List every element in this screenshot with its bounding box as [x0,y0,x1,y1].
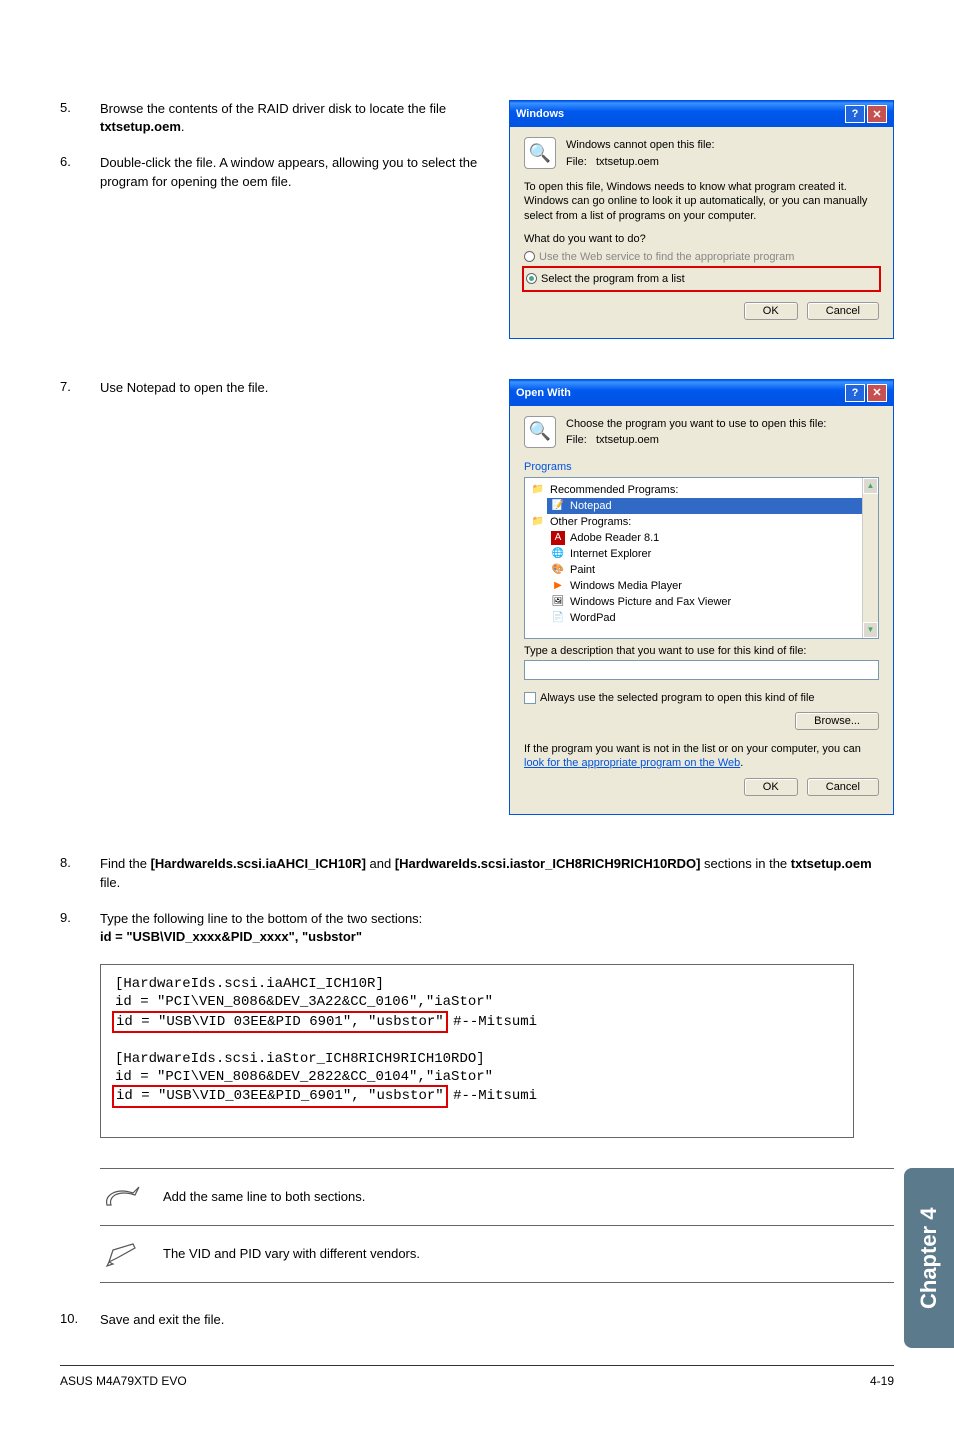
step-7-num: 7. [60,379,100,397]
radio-web[interactable] [524,251,535,262]
dialog1-opt2: Select the program from a list [541,273,685,285]
scroll-down-icon[interactable]: ▼ [863,622,878,638]
browse-button[interactable]: Browse... [795,712,879,730]
programs-list[interactable]: 📁 Recommended Programs: 📝 Notepad 📁 Other P… [524,477,879,639]
programs-label: Programs [524,459,879,477]
chapter-tab: Chapter 4 [904,1168,954,1348]
scroll-up-icon[interactable]: ▲ [863,478,878,494]
adobe-icon: A [551,531,565,545]
close-icon[interactable]: ✕ [867,384,887,402]
help-icon[interactable]: ? [845,105,865,123]
step-6-text: Double-click the file. A window appears,… [100,154,489,190]
always-checkbox[interactable] [524,692,536,704]
picviewer-icon: 🖼 [551,595,565,609]
prog-item[interactable]: Paint [570,564,595,576]
dialog1-title: Windows [516,108,564,120]
prog-item[interactable]: WordPad [570,612,616,624]
notepad-icon: 📝 [551,499,565,513]
step-8-num: 8. [60,855,100,891]
windows-dialog: Windows ? ✕ 🔍 Windows cannot open this f… [509,100,894,339]
note-2-text: The VID and PID vary with different vend… [163,1246,420,1261]
dialog2-title: Open With [516,387,571,399]
wmp-icon: ▶ [551,579,565,593]
step-8-text: Find the [HardwareIds.scsi.iaAHCI_ICH10R… [100,855,894,891]
step-5-text: Browse the contents of the RAID driver d… [100,100,489,136]
desc-label: Type a description that you want to use … [524,645,879,657]
other-programs-label: Other Programs: [550,516,631,528]
dialog1-desc: To open this file, Windows needs to know… [524,180,879,223]
dialog2-msg: Choose the program you want to use to op… [566,416,879,433]
scrollbar[interactable]: ▲ ▼ [862,478,878,638]
ok-button[interactable]: OK [744,778,798,796]
dialog1-opt1: Use the Web service to find the appropri… [539,251,794,263]
radio-list[interactable] [526,273,537,284]
file-icon: 🔍 [524,416,556,448]
step-9-text: Type the following line to the bottom of… [100,910,894,946]
dialog1-msg: Windows cannot open this file: [566,137,879,154]
dialog1-file-label: File: [566,156,587,168]
file-icon: 🔍 [524,137,556,169]
step-6-num: 6. [60,154,100,190]
step-9-num: 9. [60,910,100,946]
step-10-text: Save and exit the file. [100,1311,894,1329]
code-block: [HardwareIds.scsi.iaAHCI_ICH10R] id = "P… [100,964,854,1137]
pencil-icon [100,1238,145,1270]
prog-item[interactable]: Internet Explorer [570,548,651,560]
note-1-text: Add the same line to both sections. [163,1189,365,1204]
notepad-item[interactable]: Notepad [570,500,612,512]
footer-right: 4-19 [870,1374,894,1388]
step-7-text: Use Notepad to open the file. [100,379,489,397]
dialog2-file-name: txtsetup.oem [596,434,659,446]
recommended-label: Recommended Programs: [550,484,678,496]
cancel-button[interactable]: Cancel [807,778,879,796]
cancel-button[interactable]: Cancel [807,302,879,320]
prog-item[interactable]: Windows Media Player [570,580,682,592]
dialog2-file-label: File: [566,434,587,446]
open-with-dialog: Open With ? ✕ 🔍 Choose the program you w… [509,379,894,816]
help-icon[interactable]: ? [845,384,865,402]
dialog2-footer-a: If the program you want is not in the li… [524,743,861,755]
note-icon [100,1181,145,1213]
ie-icon: 🌐 [551,547,565,561]
folder-icon: 📁 [531,483,545,497]
description-input[interactable] [524,660,879,680]
step-10-num: 10. [60,1311,100,1329]
wordpad-icon: 📄 [551,611,565,625]
folder-icon: 📁 [531,515,545,529]
prog-item[interactable]: Windows Picture and Fax Viewer [570,596,731,608]
ok-button[interactable]: OK [744,302,798,320]
dialog1-question: What do you want to do? [524,233,879,245]
step-5-num: 5. [60,100,100,136]
footer-left: ASUS M4A79XTD EVO [60,1374,187,1388]
dialog1-file-name: txtsetup.oem [596,156,659,168]
paint-icon: 🎨 [551,563,565,577]
always-label: Always use the selected program to open … [540,692,815,704]
web-link[interactable]: look for the appropriate program on the … [524,757,740,769]
prog-item[interactable]: Adobe Reader 8.1 [570,532,659,544]
close-icon[interactable]: ✕ [867,105,887,123]
dialog2-footer-b: . [740,757,743,769]
